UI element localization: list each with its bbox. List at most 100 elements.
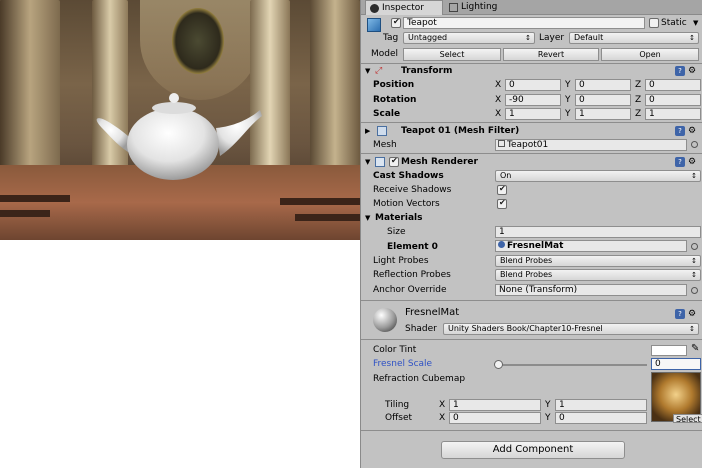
materials-label: Materials (375, 213, 423, 223)
rotation-label: Rotation (373, 95, 417, 105)
element0-label: Element 0 (387, 242, 438, 252)
materials-size-field[interactable]: 1 (495, 226, 701, 238)
x-axis-label: X (495, 95, 502, 105)
tiling-y-field[interactable]: 1 (555, 399, 647, 411)
light-probes-dropdown[interactable]: Blend Probes (495, 255, 701, 267)
transform-foldout-arrow[interactable]: ▼ (365, 65, 370, 77)
object-picker-icon[interactable] (691, 141, 698, 148)
y-axis-label: Y (545, 413, 551, 423)
fresnel-scale-field[interactable]: 0 (651, 358, 701, 370)
y-axis-label: Y (565, 109, 571, 119)
eyedropper-icon[interactable]: ✎ (691, 343, 699, 354)
reflection-probes-dropdown[interactable]: Blend Probes (495, 269, 701, 281)
x-axis-label: X (439, 400, 446, 410)
receive-shadows-checkbox[interactable] (497, 184, 507, 195)
divider (361, 300, 702, 301)
help-icon[interactable]: ? (675, 126, 685, 136)
transform-title: Transform (401, 66, 453, 76)
rotation-z-field[interactable]: 0 (645, 94, 701, 106)
scale-x-field[interactable]: 1 (505, 108, 561, 120)
object-name-field[interactable]: Teapot (403, 17, 645, 29)
position-label: Position (373, 80, 415, 90)
mesh-renderer-enabled-checkbox[interactable] (389, 156, 399, 167)
z-axis-label: Z (635, 109, 642, 119)
light-probes-label: Light Probes (373, 256, 429, 266)
mesh-asset-icon (498, 140, 505, 147)
mesh-field[interactable]: Teapot01 (495, 139, 687, 151)
help-icon[interactable]: ? (675, 157, 685, 167)
fresnel-scale-slider-handle[interactable] (494, 360, 503, 369)
offset-y-field[interactable]: 0 (555, 412, 647, 424)
x-axis-label: X (495, 80, 502, 90)
object-picker-icon[interactable] (691, 243, 698, 250)
gear-icon[interactable]: ⚙ (687, 157, 697, 167)
mesh-filter-icon (377, 126, 387, 136)
divider (361, 122, 702, 123)
fresnel-scale-slider-track[interactable] (499, 364, 647, 366)
scale-z-field[interactable]: 1 (645, 108, 701, 120)
materials-foldout-arrow[interactable]: ▼ (365, 212, 370, 224)
tiling-label: Tiling (385, 400, 410, 410)
object-picker-icon[interactable] (691, 287, 698, 294)
tag-dropdown[interactable]: Untagged (403, 32, 535, 44)
static-dropdown-arrow[interactable]: ▼ (693, 17, 698, 29)
transform-icon: ⤢ (375, 66, 383, 76)
mesh-renderer-foldout-arrow[interactable]: ▼ (365, 156, 370, 168)
revert-button[interactable]: Revert (503, 48, 599, 61)
shader-dropdown[interactable]: Unity Shaders Book/Chapter10-Fresnel (443, 323, 699, 335)
gear-icon[interactable]: ⚙ (687, 66, 697, 76)
material-preview-sphere (373, 308, 397, 332)
size-label: Size (387, 227, 406, 237)
static-checkbox[interactable] (649, 18, 659, 28)
mesh-filter-foldout-arrow[interactable]: ▶ (365, 125, 370, 137)
scene-view[interactable] (0, 0, 360, 240)
mesh-renderer-icon (375, 157, 385, 167)
mesh-renderer-title: Mesh Renderer (401, 157, 478, 167)
tab-inspector[interactable]: Inspector (365, 0, 443, 15)
tiling-x-field[interactable]: 1 (449, 399, 541, 411)
rotation-y-field[interactable]: 0 (575, 94, 631, 106)
refraction-cubemap-label: Refraction Cubemap (373, 374, 466, 384)
select-button[interactable]: Select (403, 48, 501, 61)
lighting-icon (449, 3, 458, 12)
add-component-button[interactable]: Add Component (441, 441, 625, 459)
color-tint-label: Color Tint (373, 345, 417, 355)
rotation-x-field[interactable]: -90 (505, 94, 561, 106)
x-axis-label: X (495, 109, 502, 119)
scene-bench (0, 195, 70, 202)
anchor-override-label: Anchor Override (373, 285, 447, 295)
position-z-field[interactable]: 0 (645, 79, 701, 91)
receive-shadows-label: Receive Shadows (373, 185, 452, 195)
help-icon[interactable]: ? (675, 309, 685, 319)
gear-icon[interactable]: ⚙ (687, 309, 697, 319)
cast-shadows-label: Cast Shadows (373, 171, 444, 181)
cast-shadows-dropdown[interactable]: On (495, 170, 701, 182)
scale-y-field[interactable]: 1 (575, 108, 631, 120)
cubemap-select-label[interactable]: Select (673, 414, 702, 424)
static-label: Static (661, 18, 687, 28)
layer-dropdown[interactable]: Default (569, 32, 699, 44)
position-y-field[interactable]: 0 (575, 79, 631, 91)
scene-bench (295, 214, 360, 221)
element0-field[interactable]: FresnelMat (495, 240, 687, 252)
motion-vectors-checkbox[interactable] (497, 198, 507, 209)
scale-label: Scale (373, 109, 401, 119)
color-tint-swatch[interactable] (651, 345, 687, 356)
inspector-panel: Inspector Lighting Teapot Static ▼ Tag U… (360, 0, 702, 468)
position-x-field[interactable]: 0 (505, 79, 561, 91)
active-checkbox[interactable] (391, 17, 401, 28)
anchor-override-field[interactable]: None (Transform) (495, 284, 687, 296)
divider (361, 63, 702, 64)
help-icon[interactable]: ? (675, 66, 685, 76)
model-label: Model (371, 49, 399, 59)
tab-lighting[interactable]: Lighting (445, 0, 509, 15)
offset-label: Offset (385, 413, 413, 423)
open-button[interactable]: Open (601, 48, 699, 61)
teapot-model[interactable] (88, 86, 263, 186)
z-axis-label: Z (635, 80, 642, 90)
info-icon (370, 4, 379, 13)
offset-x-field[interactable]: 0 (449, 412, 541, 424)
scene-bench (280, 198, 360, 205)
gear-icon[interactable]: ⚙ (687, 126, 697, 136)
divider (361, 153, 702, 154)
